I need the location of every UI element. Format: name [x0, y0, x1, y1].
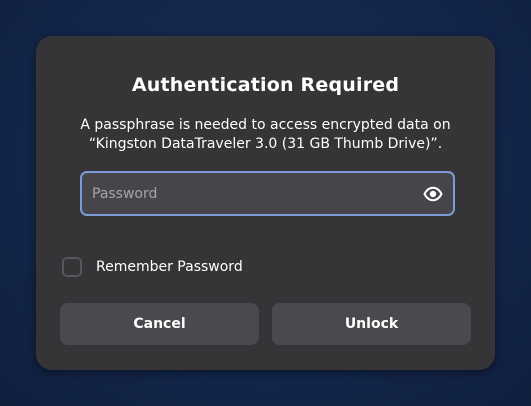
unlock-button[interactable]: Unlock [272, 303, 471, 345]
password-field[interactable] [80, 171, 455, 216]
remember-password-label: Remember Password [96, 259, 243, 275]
checkbox-box[interactable] [62, 257, 82, 277]
dialog-title: Authentication Required [131, 74, 400, 96]
password-input[interactable] [92, 173, 412, 214]
eye-icon[interactable] [423, 184, 443, 204]
remember-password-checkbox[interactable]: Remember Password [62, 257, 243, 277]
cancel-button[interactable]: Cancel [60, 303, 259, 345]
dialog-message: A passphrase is needed to access encrypt… [80, 117, 451, 152]
authentication-dialog: Authentication Required A passphrase is … [36, 36, 495, 370]
